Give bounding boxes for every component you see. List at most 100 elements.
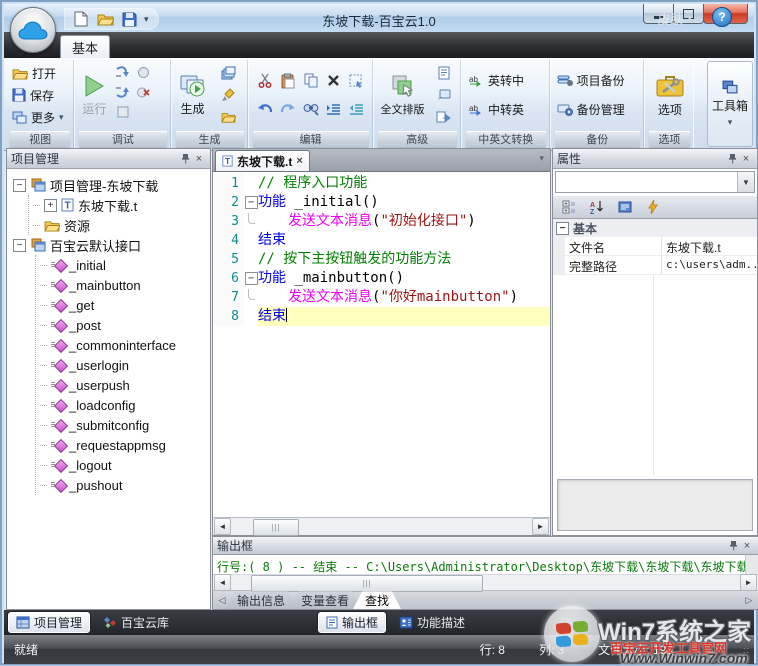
dock-tab-cloud-lib[interactable]: 百宝云库 — [96, 613, 176, 632]
tree-node-method[interactable]: _commoninterface — [40, 335, 208, 355]
delete-button[interactable] — [324, 71, 344, 91]
en-to-cn-button[interactable]: ab 英转中 — [466, 71, 547, 91]
object-selector-combo[interactable]: ▼ — [555, 171, 755, 193]
indent-button[interactable] — [324, 99, 344, 119]
resize-grip[interactable]: :: — [743, 645, 750, 655]
editor-horizontal-scrollbar[interactable]: ◄ ||| ► — [213, 517, 550, 535]
code-area[interactable]: 1// 程序入口功能 2−功能 _initial() 3发送文本消息("初始化接… — [213, 171, 550, 517]
tree-node-method[interactable]: _requestappmsg — [40, 435, 208, 455]
find-button[interactable] — [301, 99, 321, 119]
redo-button[interactable] — [278, 99, 298, 119]
close-tab-icon[interactable]: × — [296, 155, 302, 167]
tree-node-method[interactable]: _mainbutton — [40, 275, 208, 295]
close-panel-icon[interactable]: × — [192, 152, 206, 166]
document-lines-icon[interactable] — [434, 63, 454, 83]
categorized-view-icon[interactable] — [559, 197, 579, 217]
pin-icon[interactable] — [726, 539, 740, 553]
scrollbar-thumb[interactable]: ||| — [253, 519, 299, 536]
scroll-right-icon[interactable]: ► — [740, 574, 757, 591]
close-panel-icon[interactable]: × — [740, 539, 754, 553]
events-lightning-icon[interactable] — [643, 197, 663, 217]
clear-breakpoints-button[interactable] — [133, 82, 153, 102]
scroll-right-icon[interactable]: ► — [532, 518, 549, 535]
dock-tab-project[interactable]: 项目管理 — [8, 612, 90, 633]
select-all-button[interactable] — [347, 71, 367, 91]
run-button[interactable]: 运行 — [79, 62, 109, 128]
tab-basic[interactable]: 基本 — [60, 35, 110, 58]
backup-manage-button[interactable]: 备份管理 — [555, 99, 641, 119]
tree-node-method[interactable]: _post — [40, 315, 208, 335]
tab-nav-right-icon[interactable]: ▷ — [742, 591, 756, 609]
tab-find[interactable]: 查找 — [353, 591, 401, 609]
output-vertical-scrollbar[interactable] — [745, 555, 758, 574]
alphabetical-sort-icon[interactable]: AZ — [587, 197, 607, 217]
fulltext-format-icon — [390, 73, 416, 99]
fold-collapse-icon[interactable]: − — [245, 272, 258, 285]
pin-icon[interactable] — [178, 152, 192, 166]
options-button[interactable]: 选项 — [652, 62, 688, 128]
scrollbar-thumb[interactable]: ||| — [251, 575, 483, 592]
collapse-icon[interactable]: − — [556, 222, 569, 235]
expand-icon[interactable]: + — [44, 199, 57, 212]
tree-node-method[interactable]: _userlogin — [40, 355, 208, 375]
pin-icon[interactable] — [725, 152, 739, 166]
cut-button[interactable] — [255, 71, 275, 91]
collapse-icon[interactable]: − — [13, 179, 26, 192]
method-icon — [51, 318, 65, 332]
save-button[interactable]: 保存 — [10, 85, 71, 105]
tree-node-root-project[interactable]: − 项目管理-东坡下载 — [13, 175, 208, 195]
breakpoint-button[interactable] — [133, 62, 153, 82]
editor-tab[interactable]: T 东坡下载.t × — [215, 150, 310, 171]
tree-node-method[interactable]: _loadconfig — [40, 395, 208, 415]
app-menu-button[interactable] — [10, 7, 56, 53]
tree-node-resource[interactable]: 资源 — [33, 215, 208, 235]
step-into-button[interactable] — [113, 62, 133, 82]
tree-node-method[interactable]: _logout — [40, 455, 208, 475]
open-project-folder-icon[interactable] — [218, 107, 238, 127]
property-row[interactable]: 文件名 东坡下载.t — [553, 237, 757, 256]
cn-to-en-button[interactable]: ab 中转英 — [466, 99, 547, 119]
tree-node-method[interactable]: _get — [40, 295, 208, 315]
step-over-button[interactable] — [113, 82, 133, 102]
fold-collapse-icon[interactable]: − — [245, 196, 258, 209]
scroll-left-icon[interactable]: ◄ — [214, 574, 231, 591]
copy-button[interactable] — [301, 71, 321, 91]
tree-node-method[interactable]: _submitconfig — [40, 415, 208, 435]
help-button[interactable]: ? — [712, 7, 732, 27]
build-button[interactable]: 生成 — [176, 62, 210, 128]
property-category-row[interactable]: − 基本 — [553, 219, 757, 237]
scroll-left-icon[interactable]: ◄ — [214, 518, 231, 535]
toolbox-button[interactable]: 工具箱 ▾ — [707, 61, 753, 147]
more-button[interactable]: 更多 ▾ — [10, 107, 71, 127]
dock-tab-output[interactable]: 输出框 — [318, 612, 386, 633]
tree-node-method[interactable]: _userpush — [40, 375, 208, 395]
t-document-icon: T — [222, 155, 233, 167]
collapse-icon[interactable]: − — [13, 239, 26, 252]
export-pages-icon[interactable] — [434, 107, 454, 127]
property-pages-icon[interactable] — [615, 197, 635, 217]
format-brush-icon[interactable] — [218, 85, 238, 105]
tree-node-root-api[interactable]: − 百宝云默认接口 — [13, 235, 208, 255]
stop-button[interactable] — [113, 102, 133, 122]
project-backup-button[interactable]: 项目备份 — [555, 71, 641, 91]
tree-node-method[interactable]: _initial — [40, 255, 208, 275]
tab-list-dropdown-icon[interactable]: ▾ — [539, 153, 544, 164]
open-button[interactable]: 打开 — [10, 63, 71, 83]
combo-arrow-icon[interactable]: ▼ — [737, 172, 754, 192]
comment-arrow-icon[interactable] — [434, 85, 454, 105]
paste-button[interactable] — [278, 71, 298, 91]
tab-variable-view[interactable]: 变量查看 — [289, 591, 361, 609]
tree-node-method[interactable]: _pushout — [40, 475, 208, 495]
skin-menu[interactable]: 皮肤 ▾ — [657, 9, 692, 28]
property-row[interactable]: 完整路径 c:\users\adm... — [553, 256, 757, 275]
outdent-button[interactable] — [347, 99, 367, 119]
output-horizontal-scrollbar[interactable]: ◄ ||| ► — [213, 575, 758, 591]
fulltext-format-button[interactable]: 全文排版 — [378, 62, 428, 128]
output-panel-title: 输出框 — [217, 537, 253, 554]
pages-stack-icon[interactable] — [218, 63, 238, 83]
dock-tab-func-desc[interactable]: 功能描述 — [392, 613, 472, 632]
tree-node-file[interactable]: + T 东坡下载.t — [33, 195, 208, 215]
undo-button[interactable] — [255, 99, 275, 119]
close-panel-icon[interactable]: × — [739, 152, 753, 166]
tab-output-info[interactable]: 输出信息 — [225, 591, 297, 609]
